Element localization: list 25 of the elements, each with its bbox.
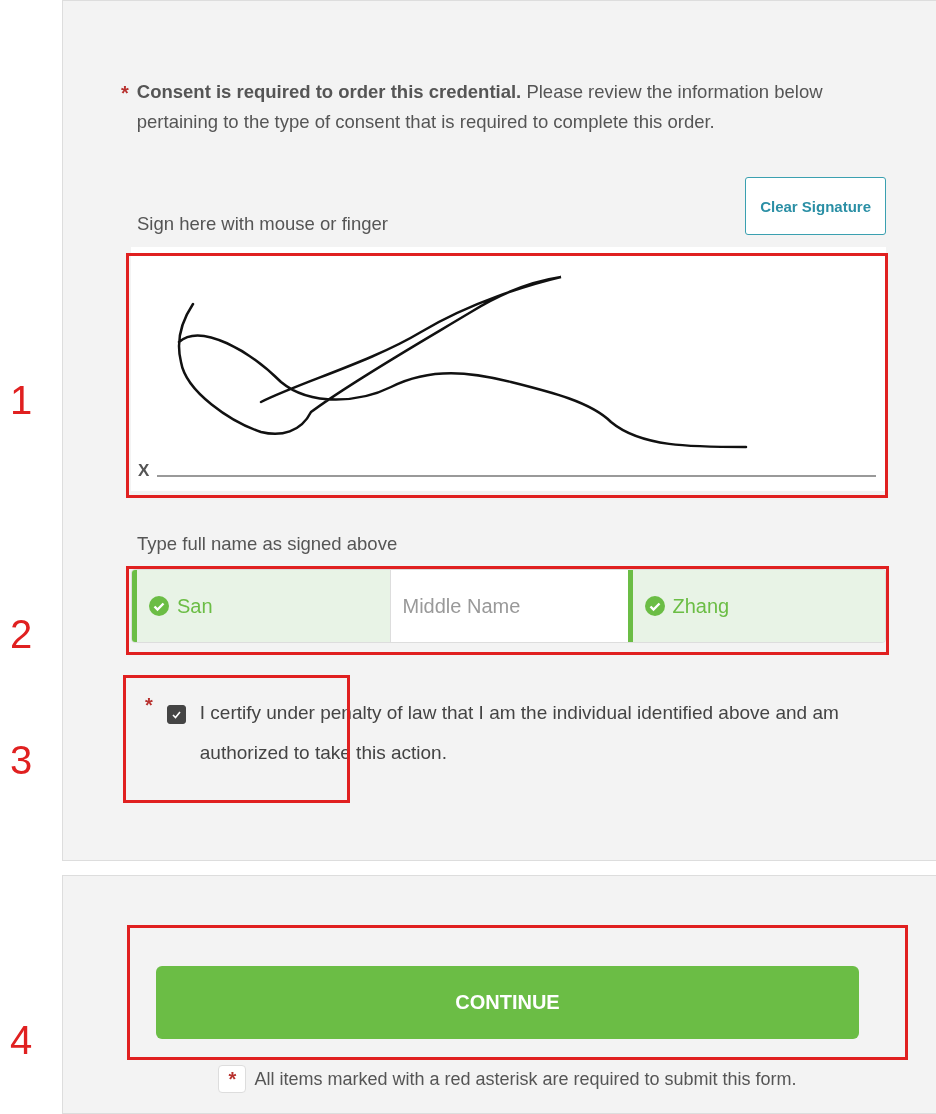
full-name-label: Type full name as signed above — [137, 533, 399, 555]
signature-label: Sign here with mouse or finger — [137, 213, 388, 235]
name-field[interactable]: Zhang — [627, 570, 885, 642]
annotation-number: 1 — [10, 378, 33, 423]
annotation-number: 3 — [10, 738, 33, 783]
footnote-text: All items marked with a red asterisk are required to submit this form. — [254, 1068, 797, 1090]
required-asterisk: * — [121, 81, 129, 105]
certify-checkbox[interactable] — [166, 705, 186, 724]
consent-text: Consent is required to order this credential. Please review the information below pertaining to the type of consent that is required to complete this order. — [136, 80, 824, 134]
name-field[interactable]: Middle Name — [389, 570, 628, 642]
signature-x-mark: X — [138, 461, 150, 481]
annotation-number: 4 — [10, 1018, 33, 1063]
name-value: San — [177, 594, 213, 618]
checkmark-icon — [171, 710, 181, 719]
continue-button[interactable]: CONTINUE — [156, 966, 859, 1039]
required-asterisk: * — [218, 1065, 247, 1093]
check-circle-icon — [149, 596, 169, 616]
name-placeholder: Middle Name — [402, 594, 521, 618]
required-asterisk: * — [145, 693, 153, 717]
annotation-number: 2 — [10, 612, 33, 657]
clear-signature-button[interactable]: Clear Signature — [745, 177, 886, 235]
name-value: Zhang — [672, 594, 730, 618]
name-field[interactable]: San — [132, 570, 390, 642]
check-circle-icon — [644, 596, 665, 616]
signature-pad[interactable]: X — [131, 247, 886, 491]
